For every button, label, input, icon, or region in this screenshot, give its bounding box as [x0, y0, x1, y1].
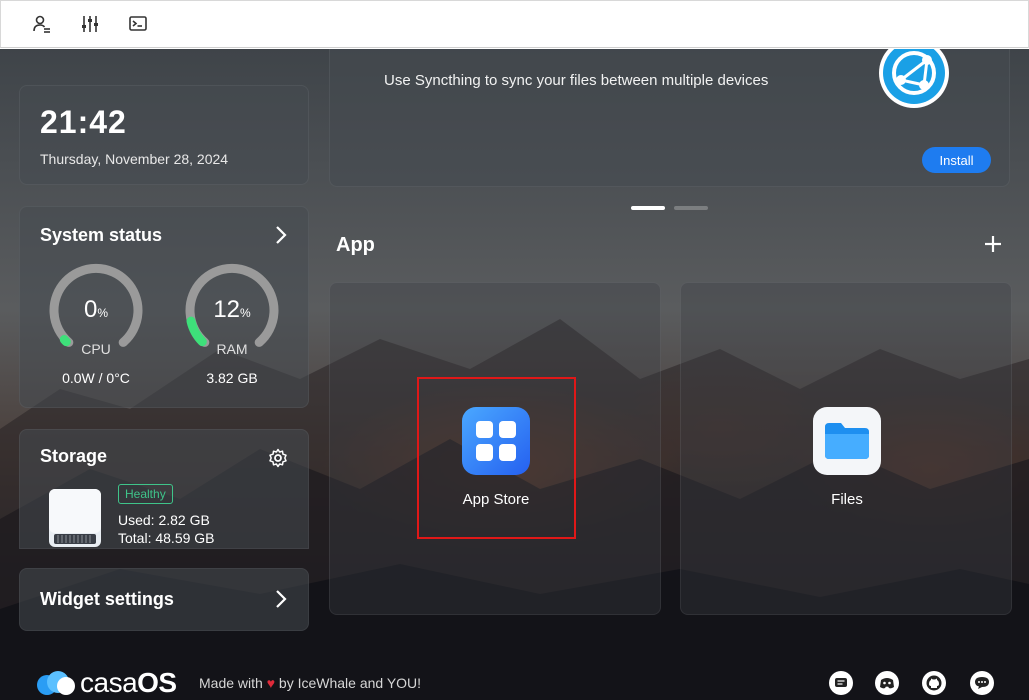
plus-icon	[985, 236, 1001, 252]
terminal-icon[interactable]	[125, 11, 151, 37]
clock-widget: 21:42 Thursday, November 28, 2024	[19, 85, 309, 185]
user-icon[interactable]	[29, 11, 55, 37]
desktop: 21:42 Thursday, November 28, 2024 System…	[0, 49, 1029, 700]
ram-value: 12%	[213, 296, 251, 323]
clock-time: 21:42	[40, 104, 127, 140]
install-button[interactable]: Install	[922, 147, 991, 173]
storage-total: Total: 48.59 GB	[118, 530, 215, 546]
chevron-right-icon[interactable]	[274, 589, 288, 613]
cpu-value: 0%	[83, 296, 109, 323]
app-label-files: Files	[831, 491, 863, 508]
app-section-title: App	[336, 234, 375, 256]
cpu-gauge: 0% CPU 0.0W / 0°C	[46, 262, 146, 386]
chevron-right-icon[interactable]	[274, 225, 288, 249]
carousel-dots	[631, 206, 708, 210]
cpu-label: CPU	[81, 341, 111, 357]
github-icon[interactable]	[922, 671, 946, 695]
disk-icon	[48, 488, 102, 553]
folder-icon[interactable]	[813, 407, 881, 475]
carousel-dot[interactable]	[674, 206, 708, 210]
storage-title: Storage	[40, 446, 108, 466]
storage-used: Used: 2.82 GB	[118, 512, 210, 528]
add-app-button[interactable]	[983, 231, 1003, 259]
discord-icon[interactable]	[875, 671, 899, 695]
ram-detail: 3.82 GB	[206, 370, 258, 386]
cloud-logo-icon	[37, 671, 75, 695]
message-icon[interactable]	[970, 671, 994, 695]
gear-icon[interactable]	[268, 448, 288, 473]
app-tile-files[interactable]: Files	[680, 282, 1012, 615]
top-toolbar	[0, 0, 1029, 48]
widget-settings-label: Widget settings	[40, 589, 174, 609]
chat-icon[interactable]	[829, 671, 853, 695]
app-store-icon[interactable]	[462, 407, 530, 475]
carousel-dot[interactable]	[631, 206, 665, 210]
casaos-logo: casaOS	[36, 669, 177, 697]
brand-name: casaOS	[80, 667, 177, 698]
ram-label: RAM	[216, 341, 248, 357]
heart-icon: ♥	[266, 675, 276, 691]
footer: casaOS Made with ♥ by IceWhale and YOU!	[0, 661, 1029, 700]
storage-widget: Storage Healthy Used: 2.82 GB Total: 48.…	[19, 429, 309, 549]
clock-date: Thursday, November 28, 2024	[40, 151, 229, 167]
made-with-text: Made with ♥ by IceWhale and YOU!	[199, 675, 422, 691]
app-tile-app-store[interactable]: App Store	[329, 282, 661, 615]
cpu-detail: 0.0W / 0°C	[62, 370, 130, 386]
banner-text: Use Syncthing to sync your files between…	[384, 72, 769, 89]
app-label-app-store: App Store	[462, 491, 530, 508]
ram-gauge: 12% RAM 3.82 GB	[182, 262, 282, 386]
sliders-icon[interactable]	[77, 11, 103, 37]
system-status-widget: System status 0% CPU 0.0W / 0°C 12% RAM …	[19, 206, 309, 408]
widget-settings-button[interactable]: Widget settings	[19, 568, 309, 631]
syncthing-banner: Use Syncthing to sync your files between…	[329, 49, 1010, 187]
syncthing-logo-icon	[877, 49, 951, 115]
system-status-title: System status	[40, 225, 163, 245]
health-badge: Healthy	[118, 484, 173, 504]
